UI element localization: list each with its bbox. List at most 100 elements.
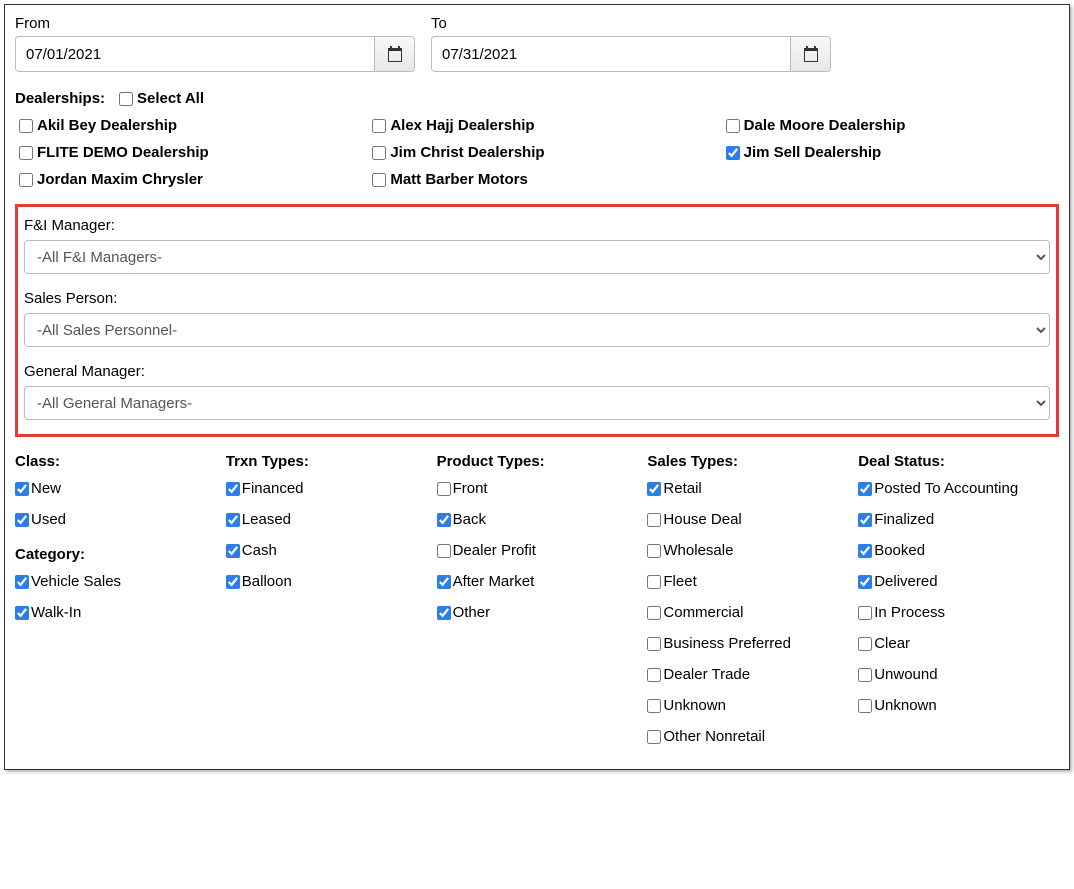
dealership-item[interactable]: Akil Bey Dealership [19, 117, 352, 134]
deal-checkbox[interactable] [858, 544, 872, 558]
sales-item[interactable]: Business Preferred [647, 635, 848, 652]
sales-item[interactable]: Fleet [647, 573, 848, 590]
class-heading: Class: [15, 453, 216, 470]
dealership-checkbox[interactable] [19, 173, 33, 187]
deal-checkbox[interactable] [858, 606, 872, 620]
class-checkbox[interactable] [15, 482, 29, 496]
select-all-text: Select All [137, 90, 204, 107]
deal-item[interactable]: Finalized [858, 511, 1059, 528]
sales-item[interactable]: Dealer Trade [647, 666, 848, 683]
class-item[interactable]: New [15, 480, 216, 497]
select-all-checkbox[interactable] [119, 92, 133, 106]
dealership-checkbox[interactable] [19, 146, 33, 160]
product-label: Other [453, 604, 491, 621]
product-checkbox[interactable] [437, 513, 451, 527]
product-item[interactable]: Back [437, 511, 638, 528]
to-date-input[interactable] [432, 37, 790, 71]
product-checkbox[interactable] [437, 482, 451, 496]
deal-checkbox[interactable] [858, 699, 872, 713]
category-item[interactable]: Vehicle Sales [15, 573, 216, 590]
sales-checkbox[interactable] [647, 637, 661, 651]
sales-item[interactable]: Other Nonretail [647, 728, 848, 745]
dealership-label: Dale Moore Dealership [744, 117, 906, 134]
sales-item[interactable]: Commercial [647, 604, 848, 621]
trxn-checkbox[interactable] [226, 575, 240, 589]
trxn-checkbox[interactable] [226, 544, 240, 558]
dealership-item[interactable]: Dale Moore Dealership [726, 117, 1059, 134]
general-manager-select[interactable]: -All General Managers- [24, 386, 1050, 420]
dealership-checkbox[interactable] [726, 146, 740, 160]
trxn-item[interactable]: Financed [226, 480, 427, 497]
sales-person-label: Sales Person: [24, 290, 1050, 307]
product-items: Front Back Dealer Profit After Market Other [437, 480, 638, 621]
sales-item[interactable]: Retail [647, 480, 848, 497]
dealership-checkbox[interactable] [372, 146, 386, 160]
product-item[interactable]: After Market [437, 573, 638, 590]
general-manager-label: General Manager: [24, 363, 1050, 380]
deal-item[interactable]: Posted To Accounting [858, 480, 1059, 497]
product-checkbox[interactable] [437, 575, 451, 589]
dealership-checkbox[interactable] [19, 119, 33, 133]
category-checkbox[interactable] [15, 575, 29, 589]
deal-checkbox[interactable] [858, 482, 872, 496]
dealership-item[interactable]: Alex Hajj Dealership [372, 117, 705, 134]
trxn-checkbox[interactable] [226, 513, 240, 527]
dealerships-grid: Akil Bey Dealership Alex Hajj Dealership D… [15, 117, 1059, 188]
sales-item[interactable]: Wholesale [647, 542, 848, 559]
trxn-item[interactable]: Cash [226, 542, 427, 559]
product-item[interactable]: Other [437, 604, 638, 621]
to-calendar-button[interactable] [790, 37, 830, 71]
dealership-item[interactable]: Jordan Maxim Chrysler [19, 171, 352, 188]
select-all-checkbox-label[interactable]: Select All [119, 90, 204, 107]
sales-checkbox[interactable] [647, 575, 661, 589]
dealership-item[interactable]: Matt Barber Motors [372, 171, 705, 188]
sales-label: Other Nonretail [663, 728, 765, 745]
product-label: Back [453, 511, 486, 528]
dealership-checkbox[interactable] [726, 119, 740, 133]
deal-item[interactable]: Delivered [858, 573, 1059, 590]
sales-person-select[interactable]: -All Sales Personnel- [24, 313, 1050, 347]
product-checkbox[interactable] [437, 544, 451, 558]
sales-checkbox[interactable] [647, 606, 661, 620]
sales-checkbox[interactable] [647, 668, 661, 682]
sales-checkbox[interactable] [647, 513, 661, 527]
deal-item[interactable]: Clear [858, 635, 1059, 652]
trxn-item[interactable]: Leased [226, 511, 427, 528]
fi-manager-select[interactable]: -All F&I Managers- [24, 240, 1050, 274]
deal-checkbox[interactable] [858, 668, 872, 682]
trxn-item[interactable]: Balloon [226, 573, 427, 590]
sales-heading: Sales Types: [647, 453, 848, 470]
deal-checkbox[interactable] [858, 575, 872, 589]
dealership-checkbox[interactable] [372, 173, 386, 187]
product-item[interactable]: Dealer Profit [437, 542, 638, 559]
deal-item[interactable]: In Process [858, 604, 1059, 621]
sales-item[interactable]: House Deal [647, 511, 848, 528]
dealership-item[interactable]: FLITE DEMO Dealership [19, 144, 352, 161]
deal-item[interactable]: Unwound [858, 666, 1059, 683]
sales-label: Retail [663, 480, 701, 497]
category-item[interactable]: Walk-In [15, 604, 216, 621]
sales-item[interactable]: Unknown [647, 697, 848, 714]
sales-checkbox[interactable] [647, 544, 661, 558]
sales-checkbox[interactable] [647, 730, 661, 744]
product-label: After Market [453, 573, 535, 590]
class-checkbox[interactable] [15, 513, 29, 527]
to-input-group [431, 36, 831, 72]
class-item[interactable]: Used [15, 511, 216, 528]
product-item[interactable]: Front [437, 480, 638, 497]
deal-item[interactable]: Unknown [858, 697, 1059, 714]
deal-checkbox[interactable] [858, 637, 872, 651]
from-calendar-button[interactable] [374, 37, 414, 71]
dealership-checkbox[interactable] [372, 119, 386, 133]
dealership-item[interactable]: Jim Christ Dealership [372, 144, 705, 161]
calendar-icon [387, 46, 403, 62]
deal-item[interactable]: Booked [858, 542, 1059, 559]
product-checkbox[interactable] [437, 606, 451, 620]
trxn-checkbox[interactable] [226, 482, 240, 496]
from-date-input[interactable] [16, 37, 374, 71]
category-checkbox[interactable] [15, 606, 29, 620]
dealership-item[interactable]: Jim Sell Dealership [726, 144, 1059, 161]
sales-checkbox[interactable] [647, 699, 661, 713]
sales-checkbox[interactable] [647, 482, 661, 496]
deal-checkbox[interactable] [858, 513, 872, 527]
